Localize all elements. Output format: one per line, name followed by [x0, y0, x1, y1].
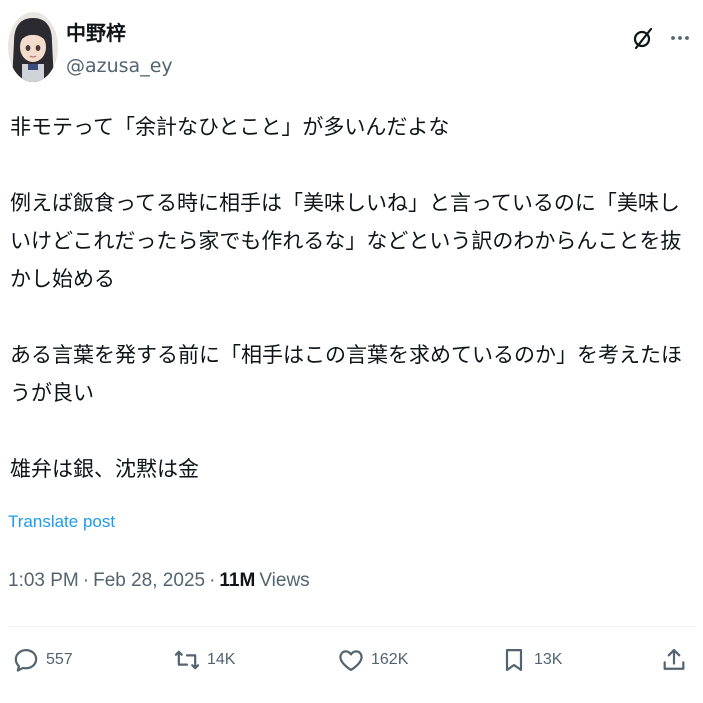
tweet-meta: 1:03 PM · Feb 28, 2025 · 11M Views [8, 570, 310, 592]
tweet-paragraph: 例えば飯食ってる時に相手は「美味しいね」と言っているのに「美味しいけどこれだった… [10, 191, 682, 291]
handle[interactable]: @azusa_ey [66, 52, 173, 80]
bookmark-icon [505, 648, 523, 672]
divider [8, 626, 695, 627]
tweet-time[interactable]: 1:03 PM [8, 570, 79, 592]
more-icon[interactable] [669, 27, 691, 49]
share-button[interactable] [660, 646, 688, 674]
reply-icon [14, 648, 38, 672]
bookmark-count: 13K [534, 651, 563, 668]
user-block: 中野梓 @azusa_ey [66, 20, 173, 80]
views-count: 11M [219, 570, 256, 591]
tweet-header: 中野梓 @azusa_ey [8, 12, 695, 88]
tweet-paragraph: 非モテって「余計なひとこと」が多いんだよな [10, 115, 450, 139]
retweet-button[interactable]: 14K [173, 646, 235, 674]
tweet-date[interactable]: Feb 28, 2025 [93, 570, 205, 592]
meta-separator: · [209, 570, 216, 591]
translate-post-link[interactable]: Translate post [8, 512, 115, 532]
views-label: Views [259, 570, 310, 591]
meta-separator: · [82, 570, 90, 591]
like-count: 162K [371, 651, 409, 668]
header-actions [631, 26, 691, 50]
heart-icon [339, 650, 363, 672]
grok-icon[interactable] [631, 26, 655, 50]
tweet-paragraph: ある言葉を発する前に「相手はこの言葉を求めているのか」を考えたほうが良い [10, 343, 682, 405]
action-bar: 557 14K 162K 13K [8, 646, 695, 686]
tweet-paragraph: 雄弁は銀、沈黙は金 [10, 457, 199, 481]
retweet-icon [174, 650, 200, 670]
reply-count: 557 [46, 651, 73, 668]
retweet-count: 14K [207, 651, 236, 668]
tweet-text: 非モテって「余計なひとこと」が多いんだよな 例えば飯食ってる時に相手は「美味しい… [10, 108, 693, 488]
reply-button[interactable]: 557 [12, 646, 73, 674]
avatar[interactable] [8, 12, 58, 82]
share-icon [663, 648, 685, 670]
like-button[interactable]: 162K [337, 646, 408, 674]
bookmark-button[interactable]: 13K [500, 646, 562, 674]
display-name[interactable]: 中野梓 [66, 20, 173, 46]
